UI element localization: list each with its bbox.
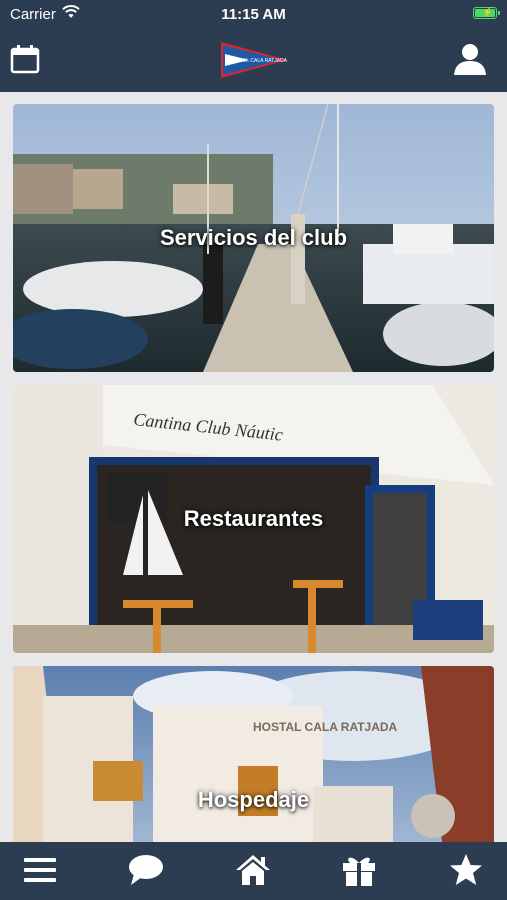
category-list: Servicios del club Cantina Club Náutic R… — [0, 92, 507, 842]
card-title: Servicios del club — [159, 225, 348, 250]
tab-gift[interactable] — [341, 852, 377, 888]
calendar-icon[interactable] — [10, 44, 40, 74]
card-restaurantes[interactable]: Cantina Club Náutic Restaurantes — [13, 385, 494, 653]
hostel-sign: HOSTAL CALA RATJADA — [253, 720, 398, 734]
nav-bar: C.N. CALA RATJADA — [0, 28, 507, 92]
status-bar: Carrier 11:15 AM ⚡ — [0, 0, 507, 28]
gift-icon — [343, 857, 375, 886]
menu-icon — [24, 858, 56, 882]
tab-menu[interactable] — [22, 852, 58, 888]
tab-home[interactable] — [235, 852, 271, 888]
status-time: 11:15 AM — [221, 6, 286, 23]
logo-text: C.N. CALA RATJADA — [239, 58, 288, 64]
user-icon[interactable] — [453, 42, 487, 76]
battery-icon: ⚡ — [473, 7, 500, 19]
club-logo[interactable]: C.N. CALA RATJADA — [219, 40, 289, 80]
tab-favorites[interactable] — [448, 852, 484, 888]
home-icon — [236, 855, 270, 885]
card-servicios-del-club[interactable]: Servicios del club — [13, 104, 494, 372]
tab-chat[interactable] — [128, 852, 164, 888]
card-hospedaje[interactable]: HOSTAL CALA RATJADA Hospedaje — [13, 666, 494, 842]
card-title: Restaurantes — [183, 506, 324, 531]
chat-icon — [129, 855, 163, 885]
card-title: Hospedaje — [197, 787, 310, 812]
hostel-image: HOSTAL CALA RATJADA — [13, 666, 494, 842]
tab-bar — [0, 842, 507, 900]
star-icon — [450, 854, 482, 885]
